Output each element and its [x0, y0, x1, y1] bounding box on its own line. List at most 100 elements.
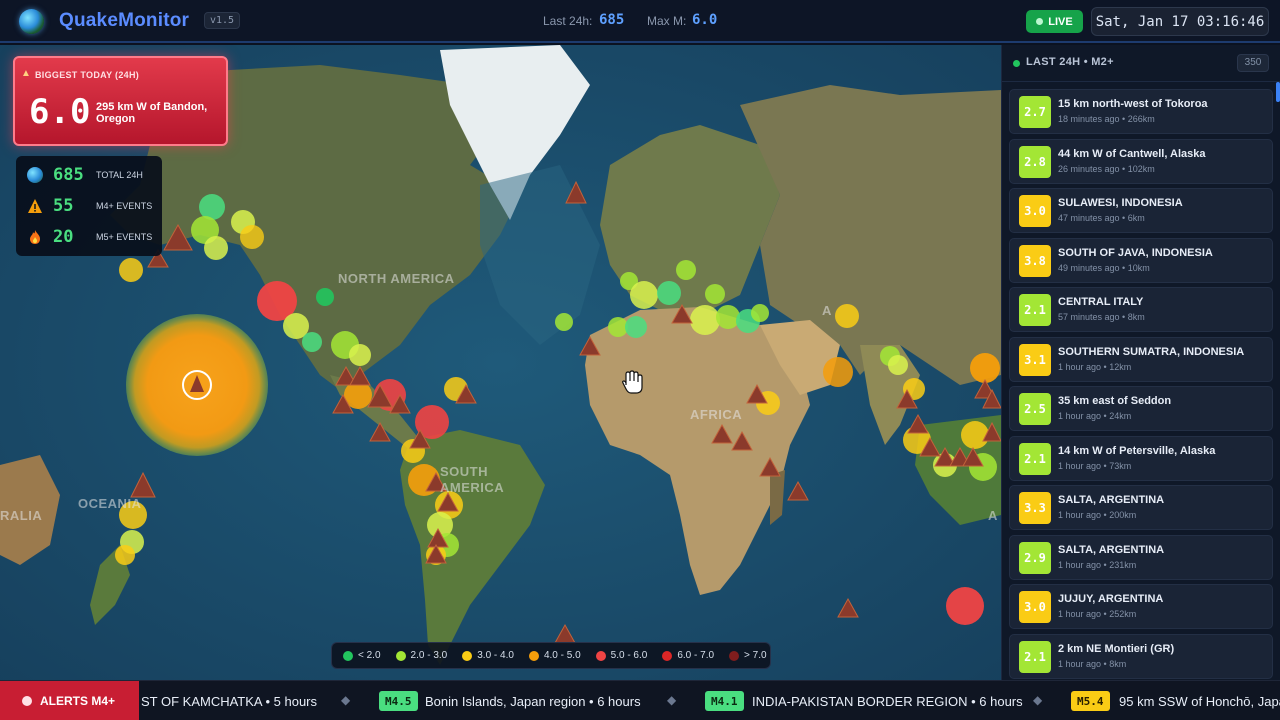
label-australia-edge: A — [988, 508, 998, 523]
panel-title: LAST 24H • M2+ — [1026, 56, 1114, 68]
stat-m5-value: 20 — [53, 227, 74, 247]
quake-place: 15 km north-west of Tokoroa — [1058, 98, 1208, 110]
quake-place: SALTA, ARGENTINA — [1058, 494, 1165, 506]
quake-list-item[interactable]: 3.0 SULAWESI, INDONESIA 47 minutes ago • 6… — [1009, 188, 1273, 233]
alerts-label: ALERTS M4+ — [40, 694, 116, 708]
legend-label: 6.0 - 7.0 — [677, 650, 715, 661]
legend-label: 5.0 - 6.0 — [610, 650, 648, 661]
quake-list-item[interactable]: 2.1 2 km NE Montieri (GR) 1 hour ago • 8km — [1009, 634, 1273, 679]
legend-item: 6.0 - 7.0 — [662, 650, 714, 661]
ticker-text[interactable]: Bonin Islands, Japan region • 6 hours — [425, 694, 641, 709]
flame-icon: ▲ — [21, 68, 31, 79]
magnitude-badge: 2.8 — [1019, 146, 1051, 178]
legend-dot — [662, 650, 673, 661]
quake-place: 14 km W of Petersville, Alaska — [1058, 445, 1216, 457]
status-dot-icon — [1013, 60, 1020, 67]
magnitude-legend: < 2.0 2.0 - 3.0 3.0 - 4.0 4.0 - 5.0 5.0 … — [331, 642, 771, 669]
ticker-separator-icon: ◆ — [667, 693, 677, 707]
magnitude-badge: 2.5 — [1019, 393, 1051, 425]
quake-meta: 1 hour ago • 8km — [1058, 659, 1127, 669]
maxm-label: Max M: — [647, 14, 687, 28]
stat-row-m4: 55 M4+ EVENTS — [27, 195, 157, 217]
quake-place: SOUTH OF JAVA, INDONESIA — [1058, 247, 1213, 259]
legend-item: 3.0 - 4.0 — [462, 650, 514, 661]
ticker-magnitude-badge: M5.4 — [1071, 691, 1110, 711]
biggest-today-card[interactable]: ▲ BIGGEST TODAY (24H) 6.0 295 km W of Ba… — [13, 56, 228, 146]
quake-place: CENTRAL ITALY — [1058, 296, 1144, 308]
quake-list-item[interactable]: 3.8 SOUTH OF JAVA, INDONESIA 49 minutes ag… — [1009, 238, 1273, 283]
stat-total-value: 685 — [53, 165, 84, 185]
label-south-america: SOUTH AMERICA — [440, 464, 505, 495]
stat-row-m5: 20 M5+ EVENTS — [27, 226, 157, 248]
app-title: QuakeMonitor — [59, 10, 190, 31]
live-badge[interactable]: LIVE — [1026, 10, 1083, 33]
recent-quakes-panel[interactable]: LAST 24H • M2+ 350 2.7 15 km north-west o… — [1001, 45, 1280, 680]
magnitude-badge: 2.1 — [1019, 294, 1051, 326]
legend-item: 4.0 - 5.0 — [528, 650, 581, 661]
legend-dot — [595, 650, 606, 661]
biggest-place: 295 km W of Bandon, Oregon — [96, 101, 208, 125]
quake-place: SOUTHERN SUMATRA, INDONESIA — [1058, 346, 1245, 358]
panel-header: LAST 24H • M2+ 350 — [1002, 45, 1280, 82]
fire-icon — [30, 230, 40, 244]
alert-dot-icon — [22, 696, 32, 706]
clock: Sat, Jan 17 03:16:46 — [1091, 7, 1269, 36]
ticker-text[interactable]: ST OF KAMCHATKA • 5 hours — [141, 694, 317, 709]
quake-list-item[interactable]: 3.3 SALTA, ARGENTINA 1 hour ago • 200km — [1009, 485, 1273, 530]
magnitude-badge: 3.1 — [1019, 344, 1051, 376]
stat-row-total: 685 TOTAL 24H — [27, 164, 157, 186]
magnitude-badge: 3.0 — [1019, 195, 1051, 227]
stats-card: 685 TOTAL 24H 55 M4+ EVENTS 20 M5+ EVENT… — [16, 156, 162, 256]
legend-label: < 2.0 — [358, 650, 381, 661]
legend-item: 2.0 - 3.0 — [395, 650, 448, 661]
legend-item: 5.0 - 6.0 — [595, 650, 648, 661]
quake-list-item[interactable]: 2.8 44 km W of Cantwell, Alaska 26 minutes… — [1009, 139, 1273, 184]
quake-place: 44 km W of Cantwell, Alaska — [1058, 148, 1206, 160]
quake-meta: 57 minutes ago • 8km — [1058, 312, 1145, 322]
quake-meta: 1 hour ago • 231km — [1058, 560, 1137, 570]
legend-dot — [528, 650, 539, 661]
quake-place: SALTA, ARGENTINA — [1058, 544, 1165, 556]
live-dot-icon — [1036, 18, 1044, 25]
quake-meta: 1 hour ago • 252km — [1058, 609, 1137, 619]
quake-list-item[interactable]: 2.5 35 km east of Seddon 1 hour ago • 24km — [1009, 386, 1273, 431]
quake-list-item[interactable]: 2.9 SALTA, ARGENTINA 1 hour ago • 231km — [1009, 535, 1273, 580]
magnitude-badge: 2.7 — [1019, 96, 1051, 128]
panel-scrollbar[interactable] — [1276, 82, 1280, 102]
label-africa: AFRICA — [690, 407, 743, 422]
magnitude-badge: 2.1 — [1019, 443, 1051, 475]
quake-meta: 47 minutes ago • 6km — [1058, 213, 1145, 223]
quake-list-item[interactable]: 3.1 SOUTHERN SUMATRA, INDONESIA 1 hour ago… — [1009, 337, 1273, 382]
globe-icon — [27, 167, 43, 183]
quake-list-item[interactable]: 3.0 JUJUY, ARGENTINA 1 hour ago • 252km — [1009, 584, 1273, 629]
legend-label: 4.0 - 5.0 — [543, 650, 581, 661]
legend-dot — [462, 650, 473, 661]
alerts-badge[interactable]: ALERTS M4+ — [0, 681, 139, 720]
quake-place: 2 km NE Montieri (GR) — [1058, 643, 1175, 655]
quake-meta: 1 hour ago • 200km — [1058, 510, 1137, 520]
legend-dot — [395, 650, 406, 661]
label-australia: RALIA — [0, 508, 43, 523]
legend-label: 3.0 - 4.0 — [477, 650, 514, 661]
ticker-text[interactable]: 95 km SSW of Honchō, Japa — [1119, 694, 1280, 709]
warning-icon — [28, 199, 42, 213]
ticker-magnitude-badge: M4.5 — [379, 691, 418, 711]
legend-label: 2.0 - 3.0 — [410, 650, 448, 661]
ticker-separator-icon: ◆ — [341, 693, 351, 707]
legend-label: > 7.0 — [744, 650, 767, 661]
ticker-separator-icon: ◆ — [1033, 693, 1043, 707]
maxm-value: 6.0 — [692, 12, 718, 28]
live-label: LIVE — [1048, 15, 1073, 28]
quake-list-item[interactable]: 2.1 14 km W of Petersville, Alaska 1 hour … — [1009, 436, 1273, 481]
stat-m4-label: M4+ EVENTS — [96, 201, 153, 211]
alerts-ticker: ST OF KAMCHATKA • 5 hours ◆ M4.5 Bonin I… — [0, 680, 1280, 720]
magnitude-badge: 2.1 — [1019, 641, 1051, 673]
magnitude-badge: 3.8 — [1019, 245, 1051, 277]
globe-logo-icon — [19, 9, 44, 34]
biggest-magnitude: 6.0 — [29, 92, 91, 132]
label-asia-edge: A — [822, 303, 832, 318]
ticker-text[interactable]: INDIA-PAKISTAN BORDER REGION • 6 hours — [752, 694, 1023, 709]
quake-list-item[interactable]: 2.1 CENTRAL ITALY 57 minutes ago • 8km — [1009, 287, 1273, 332]
ticker-magnitude-badge: M4.1 — [705, 691, 744, 711]
quake-list-item[interactable]: 2.7 15 km north-west of Tokoroa 18 minutes… — [1009, 89, 1273, 134]
